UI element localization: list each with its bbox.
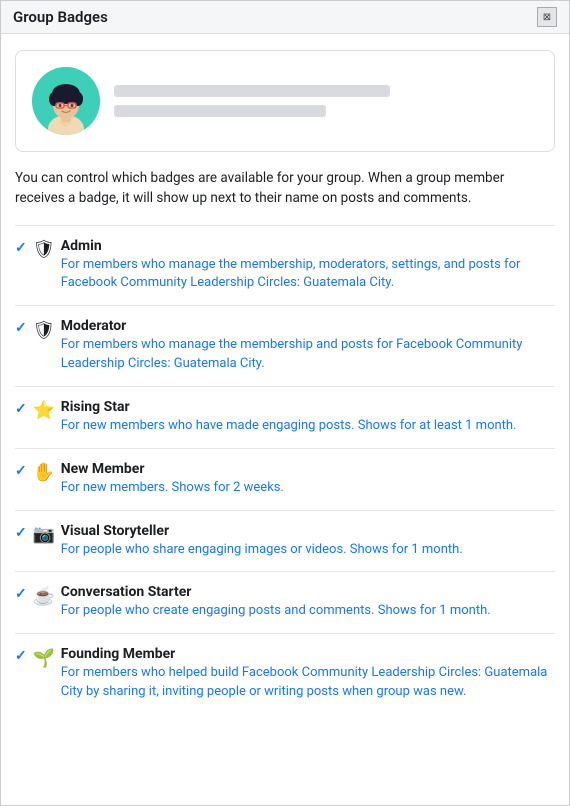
badge-item-conversation-starter[interactable]: ✓ ☕ Conversation Starter For people who cre… (15, 572, 555, 634)
badge-name-conversation-starter: Conversation Starter (61, 584, 555, 600)
badge-item-admin[interactable]: ✓ 🛡 Admin For members who manage the member… (15, 226, 555, 307)
badge-content-founding-member: Founding Member For members who helped bu… (61, 646, 555, 702)
badge-content-new-member: New Member For new members. Shows for 2 w… (61, 461, 555, 498)
badge-desc-visual-storyteller: For people who share engaging images or … (61, 541, 555, 560)
badge-name-admin: Admin (61, 238, 555, 254)
badge-name-founding-member: Founding Member (61, 646, 555, 662)
profile-preview-card (15, 50, 555, 152)
placeholder-line-1 (114, 85, 390, 97)
badge-desc-new-member: For new members. Shows for 2 weeks. (61, 479, 555, 498)
badge-item-founding-member[interactable]: ✓ 🌱 Founding Member For members who helped … (15, 634, 555, 714)
badge-item-moderator[interactable]: ✓ 🛡 Moderator For members who manage the me… (15, 306, 555, 387)
badge-content-admin: Admin For members who manage the membersh… (61, 238, 555, 294)
badge-name-moderator: Moderator (61, 318, 555, 334)
badge-desc-founding-member: For members who helped build Facebook Co… (61, 664, 555, 702)
badge-desc-admin: For members who manage the membership, m… (61, 256, 555, 294)
window-header: Group Badges ⊠ (1, 1, 569, 34)
badge-icon-admin: 🛡 (33, 239, 55, 261)
badge-checkmark-visual-storyteller: ✓ (15, 525, 27, 541)
profile-placeholder-lines (114, 85, 538, 117)
badge-icon-visual-storyteller: 📷 (33, 524, 55, 546)
badge-name-rising-star: Rising Star (61, 399, 555, 415)
close-button[interactable]: ⊠ (537, 7, 557, 27)
badge-icon-conversation-starter: ☕ (33, 585, 55, 607)
window-title: Group Badges (13, 8, 108, 26)
badge-desc-rising-star: For new members who have made engaging p… (61, 417, 555, 436)
badge-list: ✓ 🛡 Admin For members who manage the member… (15, 226, 555, 714)
group-badges-window: Group Badges ⊠ (0, 0, 570, 806)
badge-checkmark-new-member: ✓ (15, 463, 27, 479)
badge-icon-founding-member: 🌱 (33, 647, 55, 669)
avatar (32, 67, 100, 135)
badge-icon-rising-star: ⭐ (33, 400, 55, 422)
placeholder-line-2 (114, 105, 326, 117)
main-content: You can control which badges are availab… (1, 34, 569, 730)
badge-desc-conversation-starter: For people who create engaging posts and… (61, 602, 555, 621)
badge-content-rising-star: Rising Star For new members who have made… (61, 399, 555, 436)
badge-checkmark-moderator: ✓ (15, 320, 27, 336)
badge-item-new-member[interactable]: ✓ ✋ New Member For new members. Shows for 2… (15, 449, 555, 511)
badge-content-moderator: Moderator For members who manage the memb… (61, 318, 555, 374)
badge-checkmark-conversation-starter: ✓ (15, 586, 27, 602)
badge-checkmark-rising-star: ✓ (15, 401, 27, 417)
badge-name-new-member: New Member (61, 461, 555, 477)
badge-content-visual-storyteller: Visual Storyteller For people who share e… (61, 523, 555, 560)
badge-icon-moderator: 🛡 (33, 319, 55, 341)
badge-content-conversation-starter: Conversation Starter For people who creat… (61, 584, 555, 621)
description-text: You can control which badges are availab… (15, 168, 555, 209)
close-icon: ⊠ (543, 12, 551, 23)
badge-checkmark-founding-member: ✓ (15, 648, 27, 664)
badge-item-visual-storyteller[interactable]: ✓ 📷 Visual Storyteller For people who share… (15, 511, 555, 573)
badge-name-visual-storyteller: Visual Storyteller (61, 523, 555, 539)
badge-checkmark-admin: ✓ (15, 240, 27, 256)
badge-item-rising-star[interactable]: ✓ ⭐ Rising Star For new members who have ma… (15, 387, 555, 449)
badge-desc-moderator: For members who manage the membership an… (61, 336, 555, 374)
badge-icon-new-member: ✋ (33, 462, 55, 484)
